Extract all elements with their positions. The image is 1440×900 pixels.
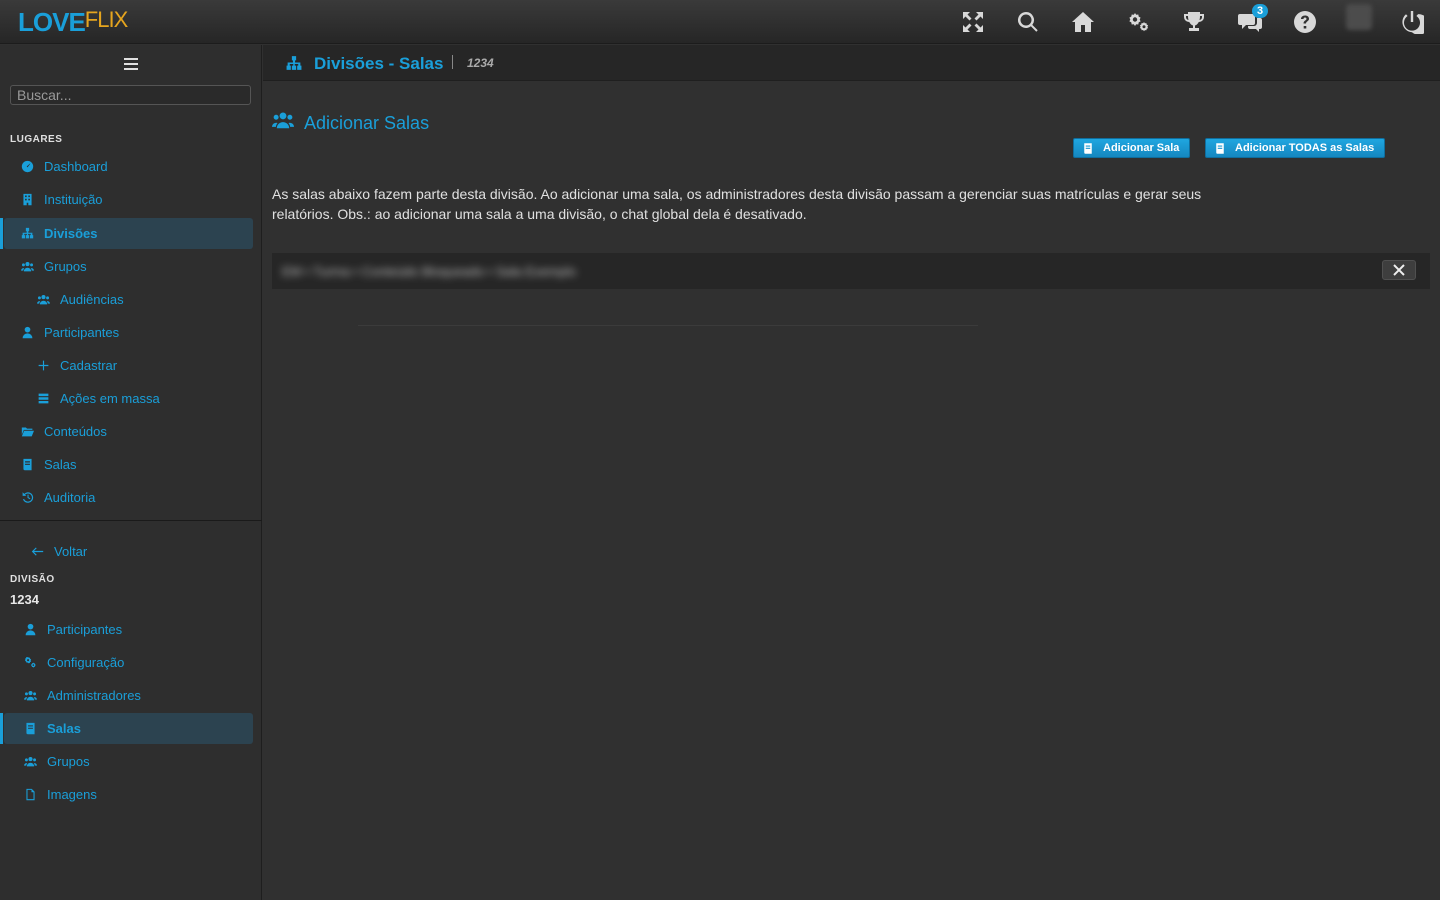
sidebar-item-acoes-em-massa[interactable]: Ações em massa (4, 383, 253, 414)
division-item-label: Administradores (47, 688, 141, 703)
sidebar-item-label: Instituição (44, 192, 103, 207)
arrow-left-icon (30, 545, 44, 559)
room-row: EM • Turma • Conteúdo Bloqueado • Sala E… (272, 253, 1430, 289)
book-icon (23, 722, 37, 736)
sidebar-item-grupos[interactable]: Grupos (4, 251, 253, 282)
sidebar-item-participantes[interactable]: Participantes (4, 317, 253, 348)
back-label: Voltar (54, 544, 88, 559)
sidebar-item-label: Audiências (60, 292, 124, 307)
division-name: 1234 (10, 592, 39, 607)
brand-love: LOVE (18, 7, 86, 37)
sidebar-item-label: Cadastrar (60, 358, 118, 373)
division-item-salas[interactable]: Salas (0, 713, 253, 744)
add-room-button[interactable]: Adicionar Sala (1073, 138, 1191, 158)
help-icon[interactable] (1292, 9, 1318, 35)
fullscreen-icon[interactable] (960, 9, 986, 35)
sitemap-icon (285, 55, 303, 72)
users-icon (36, 293, 50, 307)
back-link[interactable]: Voltar (4, 536, 253, 567)
sidebar-item-divisoes[interactable]: Divisões (0, 218, 253, 249)
search-icon[interactable] (1015, 9, 1041, 35)
chat-badge: 3 (1252, 4, 1269, 18)
sidebar-item-label: Salas (44, 457, 77, 472)
cogs-icon (23, 656, 37, 670)
room-name: EM • Turma • Conteúdo Bloqueado • Sala E… (282, 264, 577, 279)
brand-flix: FLIX (84, 7, 128, 32)
book-icon (1214, 142, 1226, 155)
users-icon (23, 689, 37, 703)
user-icon (23, 623, 37, 637)
description-text: As salas abaixo fazem parte desta divisã… (272, 186, 1202, 222)
add-all-rooms-label: Adicionar TODAS as Salas (1235, 142, 1375, 154)
sidebar-item-audiencias[interactable]: Audiências (4, 284, 253, 315)
book-icon (20, 458, 34, 472)
power-icon[interactable] (1399, 9, 1425, 35)
add-all-rooms-button[interactable]: Adicionar TODAS as Salas (1205, 138, 1386, 158)
header-separator (452, 55, 453, 69)
home-icon[interactable] (1070, 9, 1096, 35)
sidebar-item-dashboard[interactable]: Dashboard (4, 151, 253, 182)
settings-icon[interactable] (1126, 9, 1152, 35)
sidebar-divider (0, 520, 262, 521)
division-item-grupos[interactable]: Grupos (4, 746, 253, 777)
book-icon (1082, 142, 1094, 155)
avatar[interactable] (1346, 4, 1372, 30)
places-label: LUGARES (10, 134, 63, 145)
sitemap-icon (20, 227, 34, 241)
brand-logo[interactable]: LOVEFLIX (18, 7, 128, 38)
users-icon (23, 755, 37, 769)
sidebar-item-label: Ações em massa (60, 391, 160, 406)
division-item-label: Configuração (47, 655, 125, 670)
sidebar-item-label: Dashboard (44, 159, 108, 174)
main-content: Divisões - Salas 1234 Adicionar Salas Ad… (263, 45, 1440, 900)
division-item-administradores[interactable]: Administradores (4, 680, 253, 711)
division-item-participantes[interactable]: Participantes (4, 614, 253, 645)
division-item-label: Participantes (47, 622, 123, 637)
dashboard-icon (20, 160, 34, 174)
chat-icon[interactable]: 3 (1237, 4, 1269, 35)
file-icon (23, 788, 37, 802)
sidebar-item-conteudos[interactable]: Conteúdos (4, 416, 253, 447)
sidebar-item-cadastrar[interactable]: Cadastrar (4, 350, 253, 381)
division-item-label: Imagens (47, 787, 97, 802)
division-label: DIVISÃO (10, 574, 55, 585)
sidebar-item-label: Auditoria (44, 490, 96, 505)
user-icon (20, 326, 34, 340)
content-divider (358, 325, 978, 326)
users-icon (20, 260, 34, 274)
history-icon (20, 491, 34, 505)
add-room-label: Adicionar Sala (1103, 142, 1180, 154)
top-bar: LOVEFLIX 3 (0, 0, 1440, 44)
page-title: Divisões - Salas (314, 54, 444, 73)
plus-icon (36, 359, 50, 373)
users-icon (272, 111, 294, 129)
trophy-icon[interactable] (1181, 9, 1207, 35)
division-item-configuracao[interactable]: Configuração (4, 647, 253, 678)
division-item-label: Salas (47, 721, 81, 736)
sidebar-item-instituicao[interactable]: Instituição (4, 184, 253, 215)
building-icon (20, 193, 34, 207)
division-item-label: Grupos (47, 754, 90, 769)
menu-toggle-icon[interactable] (124, 58, 138, 70)
section-title: Adicionar Salas (304, 113, 430, 133)
sidebar-item-label: Divisões (44, 226, 98, 241)
sidebar-item-label: Participantes (44, 325, 120, 340)
close-icon (1393, 264, 1405, 276)
sidebar-item-label: Conteúdos (44, 424, 107, 439)
sidebar-item-salas[interactable]: Salas (4, 449, 253, 480)
search-input[interactable] (10, 85, 251, 105)
list-icon (36, 392, 50, 406)
sidebar: LUGARES Dashboard Instituição Divisões G… (0, 45, 262, 900)
page-header: Divisões - Salas 1234 (263, 45, 1440, 81)
sidebar-item-auditoria[interactable]: Auditoria (4, 482, 253, 513)
page-subtitle: 1234 (467, 56, 494, 70)
folder-icon (20, 425, 34, 439)
remove-room-button[interactable] (1382, 260, 1416, 280)
sidebar-item-label: Grupos (44, 259, 87, 274)
division-item-imagens[interactable]: Imagens (4, 779, 253, 810)
